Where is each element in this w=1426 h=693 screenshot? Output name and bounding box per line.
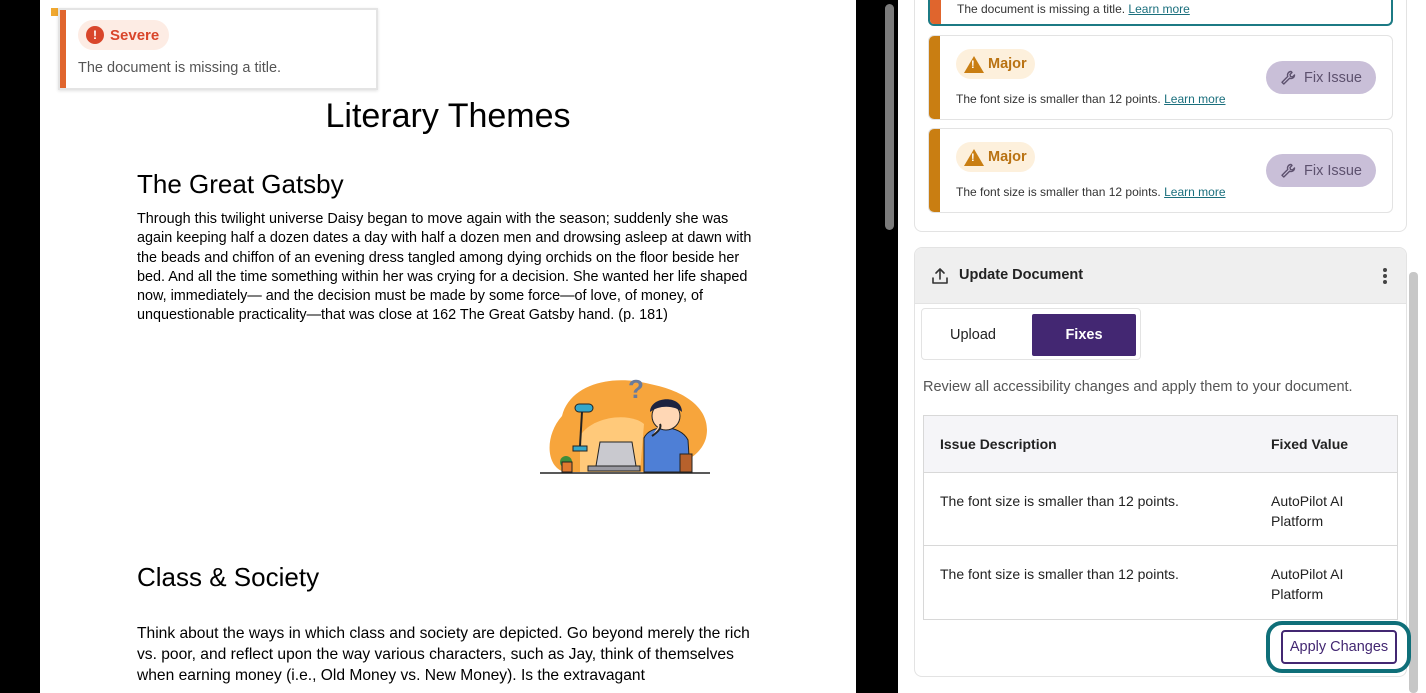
issue-message: The document is missing a title. Learn m…: [957, 2, 1190, 16]
learn-more-link[interactable]: Learn more: [1164, 185, 1225, 199]
learn-more-link[interactable]: Learn more: [1128, 2, 1189, 16]
issue-message: The font size is smaller than 12 points.…: [956, 92, 1226, 106]
severity-label: Major: [988, 149, 1027, 165]
more-options-icon[interactable]: [1377, 266, 1393, 286]
update-document-card: Update Document Upload Fixes Review all …: [914, 247, 1407, 677]
document-title: Literary Themes: [325, 97, 571, 135]
column-header-fixed-value: Fixed Value: [1271, 436, 1349, 452]
document-viewer: ! Severe The document is missing a title…: [0, 0, 898, 693]
update-document-header[interactable]: Update Document: [915, 248, 1406, 304]
issue-description-cell: The font size is smaller than 12 points.: [940, 493, 1179, 509]
severity-badge: Major: [956, 49, 1035, 79]
fixed-value-cell: AutoPilot AI Platform: [1271, 566, 1344, 602]
column-header-issue: Issue Description: [940, 436, 1057, 452]
fix-issue-button[interactable]: Fix Issue: [1266, 154, 1376, 187]
table-row: The font size is smaller than 12 points.…: [924, 546, 1397, 619]
issue-card-font-size[interactable]: Major The font size is smaller than 12 p…: [928, 35, 1393, 120]
section-body-class: Think about the ways in which class and …: [137, 625, 750, 684]
severity-bar: [930, 0, 941, 24]
issue-description-cell: The font size is smaller than 12 points.: [940, 566, 1179, 582]
fix-issue-label: Fix Issue: [1303, 162, 1362, 179]
issue-message-text: The font size is smaller than 12 points.: [956, 92, 1161, 106]
warning-triangle-icon: [964, 55, 984, 73]
section-heading-gatsby: The Great Gatsby: [137, 169, 344, 199]
panel-scrollbar-thumb[interactable]: [1409, 272, 1418, 693]
viewer-scrollbar-thumb[interactable]: [885, 4, 894, 230]
section-heading-class: Class & Society: [137, 562, 320, 592]
issue-message: The font size is smaller than 12 points.…: [956, 185, 1226, 199]
table-row: The font size is smaller than 12 points.…: [924, 473, 1397, 546]
document-page: ! Severe The document is missing a title…: [40, 0, 856, 693]
issue-tooltip: ! Severe The document is missing a title…: [58, 8, 378, 90]
tab-fixes[interactable]: Fixes: [1032, 314, 1136, 356]
severity-label: Major: [988, 56, 1027, 72]
severity-label: Severe: [110, 26, 160, 44]
issue-message-text: The document is missing a title.: [957, 2, 1126, 16]
severity-bar: [929, 36, 940, 119]
fix-issue-button[interactable]: Fix Issue: [1266, 61, 1376, 94]
table-header-row: Issue Description Fixed Value: [924, 416, 1397, 473]
severity-bar: [60, 10, 66, 88]
person-laptop-illustration: ?: [540, 376, 710, 474]
issue-marker[interactable]: [51, 8, 58, 16]
learn-more-link[interactable]: Learn more: [1164, 92, 1225, 106]
issue-card-font-size[interactable]: Major The font size is smaller than 12 p…: [928, 128, 1393, 213]
svg-text:?: ?: [628, 376, 644, 404]
severity-badge: ! Severe: [78, 20, 170, 50]
apply-changes-button[interactable]: Apply Changes: [1281, 630, 1397, 664]
issue-card-title[interactable]: The document is missing a title. Learn m…: [928, 0, 1393, 26]
wrench-icon: [1281, 163, 1296, 178]
alert-circle-icon: !: [86, 26, 104, 44]
wrench-icon: [1281, 70, 1296, 85]
tooltip-message: The document is missing a title.: [78, 60, 282, 76]
severity-badge: Major: [956, 142, 1035, 172]
section-body-gatsby: Through this twilight universe Daisy beg…: [137, 211, 752, 324]
issue-message-text: The font size is smaller than 12 points.: [956, 185, 1161, 199]
severity-bar: [929, 129, 940, 212]
fixed-value-cell: AutoPilot AI Platform: [1271, 493, 1344, 529]
fixes-table: Issue Description Fixed Value The font s…: [923, 415, 1398, 620]
upload-icon: [932, 268, 948, 284]
update-document-title: Update Document: [959, 267, 1084, 283]
warning-triangle-icon: [964, 148, 984, 166]
upload-fixes-tabs: Upload Fixes: [921, 308, 1141, 360]
fix-issue-label: Fix Issue: [1303, 69, 1362, 86]
tab-upload[interactable]: Upload: [928, 314, 1018, 356]
review-description: Review all accessibility changes and app…: [923, 379, 1353, 395]
